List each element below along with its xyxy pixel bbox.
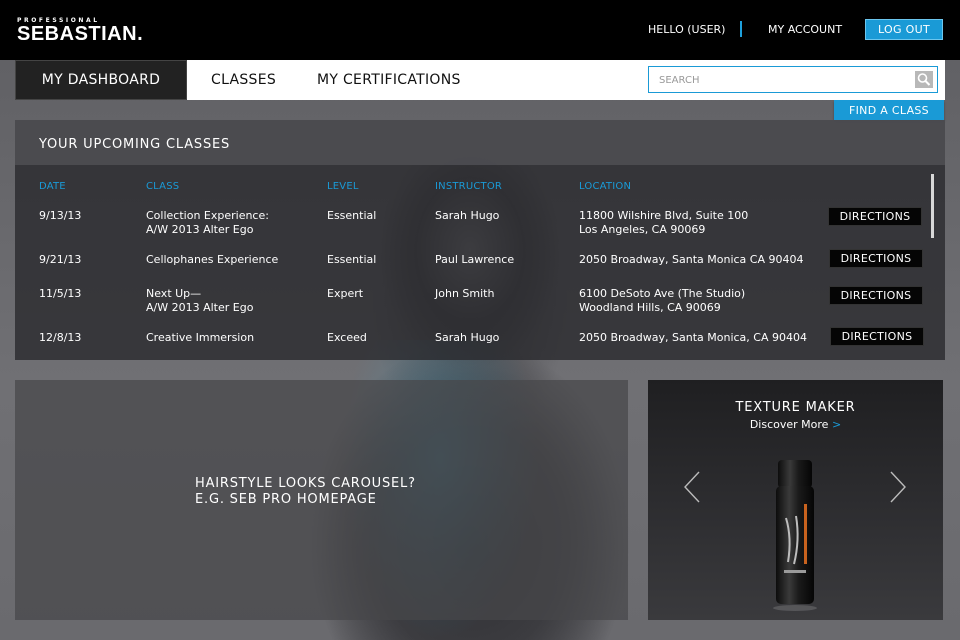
logout-button[interactable]: LOG OUT: [865, 19, 943, 40]
my-account-link[interactable]: MY ACCOUNT: [768, 23, 842, 36]
table-scrollbar[interactable]: [931, 174, 934, 238]
column-header-location: LOCATION: [579, 181, 632, 192]
row-instructor: Sarah Hugo: [435, 209, 500, 222]
carousel-caption-line2: E.G. SEB PRO HOMEPAGE: [195, 492, 377, 507]
column-header-date: DATE: [39, 181, 66, 192]
product-title: TEXTURE MAKER: [735, 400, 856, 415]
row-class-line1: Next Up—: [146, 287, 202, 300]
row-location-line1: 11800 Wilshire Blvd, Suite 100: [579, 209, 749, 222]
row-location-line2: Los Angeles, CA 90069: [579, 223, 706, 236]
row-location-line2: Woodland Hills, CA 90069: [579, 301, 721, 314]
search-icon: [917, 73, 931, 86]
row-class-line1: Collection Experience:: [146, 209, 269, 222]
row-location-line1: 6100 DeSoto Ave (The Studio): [579, 287, 746, 300]
directions-button[interactable]: DIRECTIONS: [829, 286, 923, 305]
row-instructor: Paul Lawrence: [435, 253, 515, 266]
top-bar: PROFESSIONAL SEBASTIAN. HELLO (USER) MY …: [0, 0, 960, 60]
discover-more-label: Discover More: [749, 418, 829, 431]
row-class-line1: Creative Immersion: [146, 331, 255, 344]
user-greeting: HELLO (USER): [648, 23, 726, 36]
row-date: 12/8/13: [39, 331, 82, 344]
carousel-caption-line1: HAIRSTYLE LOOKS CAROUSEL?: [195, 476, 416, 491]
row-instructor: John Smith: [435, 287, 495, 300]
carousel-caption: HAIRSTYLE LOOKS CAROUSEL? E.G. SEB PRO H…: [195, 476, 416, 508]
row-level: Essential: [327, 209, 377, 222]
brand-logo[interactable]: PROFESSIONAL SEBASTIAN.: [17, 17, 143, 46]
find-a-class-button[interactable]: FIND A CLASS: [834, 100, 944, 120]
chevron-right-icon: >: [831, 418, 842, 431]
column-header-instructor: INSTRUCTOR: [435, 181, 503, 192]
row-class-line2: A/W 2013 Alter Ego: [146, 223, 254, 236]
tab-my-dashboard[interactable]: MY DASHBOARD: [15, 60, 187, 100]
search-button[interactable]: [915, 71, 933, 88]
row-date: 11/5/13: [39, 287, 82, 300]
upcoming-classes-header: YOUR UPCOMING CLASSES: [15, 120, 945, 165]
header-divider: [740, 21, 742, 37]
row-location-line1: 2050 Broadway, Santa Monica CA 90404: [579, 253, 804, 266]
chevron-right-icon[interactable]: [888, 470, 908, 504]
row-level: Expert: [327, 287, 364, 300]
row-class-line2: A/W 2013 Alter Ego: [146, 301, 254, 314]
upcoming-classes-panel: YOUR UPCOMING CLASSES DATE CLASS LEVEL I…: [15, 120, 945, 360]
discover-more-link[interactable]: Discover More >: [648, 418, 943, 431]
row-class-line1: Cellophanes Experience: [146, 253, 279, 266]
hairstyle-carousel[interactable]: HAIRSTYLE LOOKS CAROUSEL? E.G. SEB PRO H…: [15, 380, 628, 620]
row-instructor: Sarah Hugo: [435, 331, 500, 344]
product-bottle-image: [773, 460, 817, 611]
column-header-level: LEVEL: [327, 181, 359, 192]
tab-my-certifications[interactable]: MY CERTIFICATIONS: [317, 60, 461, 100]
search-input[interactable]: [659, 71, 909, 89]
tab-classes[interactable]: CLASSES: [211, 60, 276, 100]
row-date: 9/21/13: [39, 253, 82, 266]
row-level: Exceed: [327, 331, 367, 344]
column-header-class: CLASS: [146, 181, 180, 192]
directions-button[interactable]: DIRECTIONS: [829, 249, 923, 268]
directions-button[interactable]: DIRECTIONS: [828, 207, 922, 226]
search-box: [648, 66, 938, 93]
chevron-left-icon[interactable]: [682, 470, 702, 504]
upcoming-classes-title: YOUR UPCOMING CLASSES: [39, 137, 231, 152]
row-location-line1: 2050 Broadway, Santa Monica, CA 90404: [579, 331, 807, 344]
main-nav: MY DASHBOARD CLASSES MY CERTIFICATIONS: [15, 60, 945, 100]
directions-button[interactable]: DIRECTIONS: [830, 327, 924, 346]
row-date: 9/13/13: [39, 209, 82, 222]
product-promo: TEXTURE MAKER Discover More >: [648, 380, 943, 620]
logo-main-text: SEBASTIAN.: [17, 23, 144, 45]
row-level: Essential: [327, 253, 377, 266]
